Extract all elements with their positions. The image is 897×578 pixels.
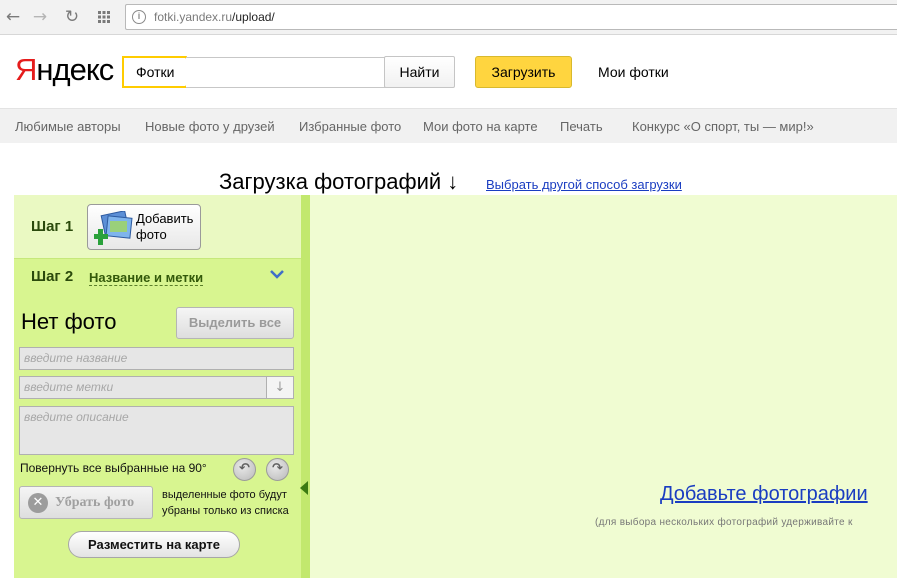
photo-tags-input[interactable]: введите метки bbox=[19, 376, 267, 399]
select-all-button[interactable]: Выделить все bbox=[176, 307, 294, 339]
my-photos-link[interactable]: Мои фотки bbox=[598, 64, 669, 80]
url-text: fotki.yandex.ru/upload/ bbox=[154, 10, 275, 24]
apps-grid-icon[interactable] bbox=[93, 6, 115, 28]
add-photos-link[interactable]: Добавьте фотографии bbox=[660, 483, 868, 506]
yandex-logo[interactable]: Яндекс bbox=[15, 52, 114, 88]
subnav-item-contest[interactable]: Конкурс «О спорт, ты — мир!» bbox=[632, 119, 814, 134]
rotate-label: Повернуть все выбранные на 90° bbox=[20, 461, 207, 475]
sub-navigation: Любимые авторы Новые фото у друзей Избра… bbox=[0, 108, 897, 143]
reload-icon[interactable]: ↻ bbox=[61, 6, 83, 28]
address-bar[interactable]: i fotki.yandex.ru/upload/ bbox=[125, 4, 897, 30]
remove-photo-button[interactable]: ✕ Убрать фото bbox=[19, 486, 153, 519]
subnav-item-photos-on-map[interactable]: Мои фото на карте bbox=[423, 119, 538, 134]
step1-label: Шаг 1 bbox=[31, 218, 74, 235]
site-info-icon[interactable]: i bbox=[132, 10, 146, 24]
rotate-left-icon[interactable]: ↶ bbox=[233, 458, 256, 481]
remove-note: выделенные фото будут убраны только из с… bbox=[162, 489, 289, 517]
search-input[interactable] bbox=[186, 57, 386, 88]
tags-dropdown-icon[interactable]: ↓ bbox=[266, 376, 294, 399]
panel-divider bbox=[301, 195, 310, 578]
chevron-down-icon[interactable] bbox=[269, 268, 285, 280]
subnav-item-print[interactable]: Печать bbox=[560, 119, 603, 134]
no-photo-heading: Нет фото bbox=[21, 309, 117, 334]
title-and-tags-toggle[interactable]: Название и метки bbox=[89, 270, 204, 286]
search-service-tab[interactable]: Фотки bbox=[122, 56, 196, 88]
add-photo-icon bbox=[94, 211, 133, 245]
alternate-upload-method-link[interactable]: Выбрать другой способ загрузки bbox=[486, 177, 682, 192]
page-title: Загрузка фотографий ↓ bbox=[219, 169, 459, 194]
search-button[interactable]: Найти bbox=[384, 56, 455, 88]
arrow-left-icon[interactable]: ← bbox=[2, 6, 24, 28]
rotate-right-icon[interactable]: ↷ bbox=[266, 458, 289, 481]
subnav-item-friends-new-photos[interactable]: Новые фото у друзей bbox=[145, 119, 275, 134]
add-photo-button[interactable]: Добавить фото bbox=[87, 204, 201, 250]
place-on-map-button[interactable]: Разместить на карте bbox=[68, 531, 240, 558]
close-icon: ✕ bbox=[28, 493, 48, 513]
subnav-item-favorite-authors[interactable]: Любимые авторы bbox=[15, 119, 121, 134]
photo-description-input[interactable]: введите описание bbox=[19, 406, 294, 455]
photo-title-input[interactable]: введите название bbox=[19, 347, 294, 370]
subnav-item-favorite-photos[interactable]: Избранные фото bbox=[299, 119, 401, 134]
arrow-right-icon[interactable]: → bbox=[29, 6, 51, 28]
multi-select-hint: (для выбора нескольких фотографий удержи… bbox=[595, 517, 853, 528]
step2-label: Шаг 2 bbox=[31, 268, 74, 285]
upload-button[interactable]: Загрузить bbox=[475, 56, 572, 88]
panel-pointer-icon bbox=[300, 481, 308, 495]
browser-toolbar: ← → ↻ i fotki.yandex.ru/upload/ bbox=[0, 0, 897, 35]
